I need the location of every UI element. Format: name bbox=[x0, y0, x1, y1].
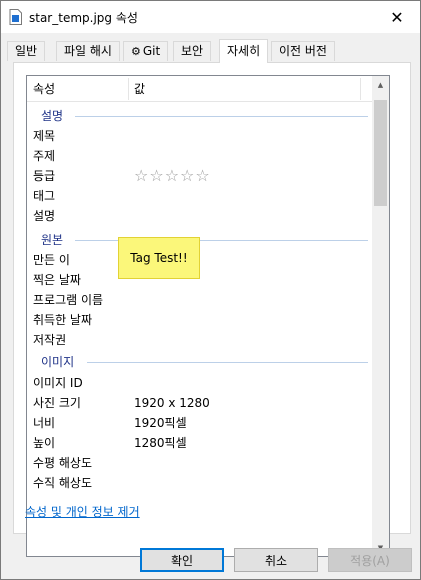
remove-properties-link[interactable]: 속성 및 개인 정보 제거 bbox=[25, 503, 140, 520]
row-image-id[interactable]: 이미지 ID bbox=[27, 373, 372, 393]
tab-general[interactable]: 일반 bbox=[7, 41, 46, 61]
property-name: 태그 bbox=[33, 189, 56, 203]
group-label: 설명 bbox=[41, 109, 64, 123]
property-name: 만든 이 bbox=[33, 253, 70, 267]
group-label: 원본 bbox=[41, 233, 64, 247]
tag-tooltip: Tag Test!! bbox=[118, 237, 200, 279]
tooltip-text: Tag Test!! bbox=[130, 251, 188, 265]
tab-label: 이전 버전 bbox=[279, 44, 327, 58]
properties-window: star_temp.jpg 속성 ✕ 일반 파일 해시 ⚙ Git 보안 자세히 … bbox=[0, 0, 421, 580]
property-name: 이미지 ID bbox=[33, 376, 83, 390]
property-name: 사진 크기 bbox=[33, 396, 81, 410]
group-divider bbox=[75, 116, 368, 117]
list-header: 속성 값 bbox=[27, 76, 372, 102]
cancel-button[interactable]: 취소 bbox=[234, 548, 318, 572]
property-name: 수평 해상도 bbox=[33, 456, 93, 470]
tab-previous-versions[interactable]: 이전 버전 bbox=[271, 41, 335, 61]
row-width[interactable]: 너비 1920픽셀 bbox=[27, 413, 372, 433]
row-date-acquired[interactable]: 취득한 날짜 bbox=[27, 310, 372, 330]
property-name: 찍은 날짜 bbox=[33, 273, 81, 287]
tab-strip: 일반 파일 해시 ⚙ Git 보안 자세히 이전 버전 bbox=[7, 39, 407, 63]
window-title: star_temp.jpg 속성 bbox=[29, 11, 138, 25]
column-divider[interactable] bbox=[360, 78, 361, 100]
row-subject[interactable]: 주제 bbox=[27, 146, 372, 166]
row-height[interactable]: 높이 1280픽셀 bbox=[27, 433, 372, 453]
row-rating[interactable]: 등급 ☆☆☆☆☆ bbox=[27, 166, 372, 186]
close-icon: ✕ bbox=[390, 7, 404, 27]
property-name: 설명 bbox=[33, 209, 56, 223]
scroll-thumb[interactable] bbox=[374, 100, 387, 206]
property-value[interactable]: 1920 x 1280 bbox=[134, 393, 210, 413]
row-program-name[interactable]: 프로그램 이름 bbox=[27, 290, 372, 310]
property-name: 높이 bbox=[33, 436, 56, 450]
tab-details[interactable]: 자세히 bbox=[219, 39, 269, 63]
tab-security[interactable]: 보안 bbox=[173, 41, 212, 61]
close-button[interactable]: ✕ bbox=[374, 1, 420, 33]
properties-list[interactable]: 속성 값 설명 제목 주제 등급 ☆☆☆☆☆ 태그 설명 원본 만든 이 찍은 … bbox=[26, 75, 390, 557]
row-tags[interactable]: 태그 bbox=[27, 186, 372, 206]
property-value[interactable]: 1280픽셀 bbox=[134, 433, 187, 453]
property-name: 등급 bbox=[33, 169, 56, 183]
vertical-scrollbar[interactable]: ▲ ▼ bbox=[372, 76, 389, 556]
property-name: 프로그램 이름 bbox=[33, 293, 104, 307]
tab-label: 일반 bbox=[15, 44, 38, 58]
property-value[interactable]: 1920픽셀 bbox=[134, 413, 187, 433]
rating-stars[interactable]: ☆☆☆☆☆ bbox=[134, 166, 211, 186]
jpg-file-icon bbox=[9, 9, 22, 25]
scroll-up-arrow-icon[interactable]: ▲ bbox=[372, 76, 389, 93]
row-horizontal-resolution[interactable]: 수평 해상도 bbox=[27, 453, 372, 473]
row-title[interactable]: 제목 bbox=[27, 126, 372, 146]
property-name: 취득한 날짜 bbox=[33, 313, 93, 327]
row-comments[interactable]: 설명 bbox=[27, 206, 372, 226]
tab-label: 자세히 bbox=[227, 44, 261, 58]
tab-label: Git bbox=[142, 44, 161, 58]
git-icon: ⚙ bbox=[131, 45, 141, 58]
property-name: 수직 해상도 bbox=[33, 476, 93, 490]
property-name: 너비 bbox=[33, 416, 56, 430]
property-name: 주제 bbox=[33, 149, 56, 163]
row-copyright[interactable]: 저작권 bbox=[27, 330, 372, 350]
apply-button[interactable]: 적용(A) bbox=[328, 548, 412, 572]
row-vertical-resolution[interactable]: 수직 해상도 bbox=[27, 473, 372, 493]
tab-label: 파일 해시 bbox=[64, 44, 112, 58]
group-image: 이미지 bbox=[27, 352, 372, 372]
tab-label: 보안 bbox=[181, 44, 204, 58]
details-panel: 속성 값 설명 제목 주제 등급 ☆☆☆☆☆ 태그 설명 원본 만든 이 찍은 … bbox=[13, 62, 411, 557]
title-bar: star_temp.jpg 속성 ✕ bbox=[1, 1, 420, 33]
property-name: 저작권 bbox=[33, 333, 67, 347]
group-label: 이미지 bbox=[41, 355, 75, 369]
tab-file-hashes[interactable]: 파일 해시 bbox=[56, 41, 120, 61]
row-dimensions[interactable]: 사진 크기 1920 x 1280 bbox=[27, 393, 372, 413]
ok-button[interactable]: 확인 bbox=[140, 548, 224, 572]
group-description: 설명 bbox=[27, 106, 372, 126]
property-name: 제목 bbox=[33, 129, 56, 143]
group-divider bbox=[87, 362, 368, 363]
property-column-header[interactable]: 속성 bbox=[27, 76, 55, 102]
value-column-header[interactable]: 값 bbox=[128, 76, 145, 102]
tab-git[interactable]: ⚙ Git bbox=[123, 41, 169, 61]
